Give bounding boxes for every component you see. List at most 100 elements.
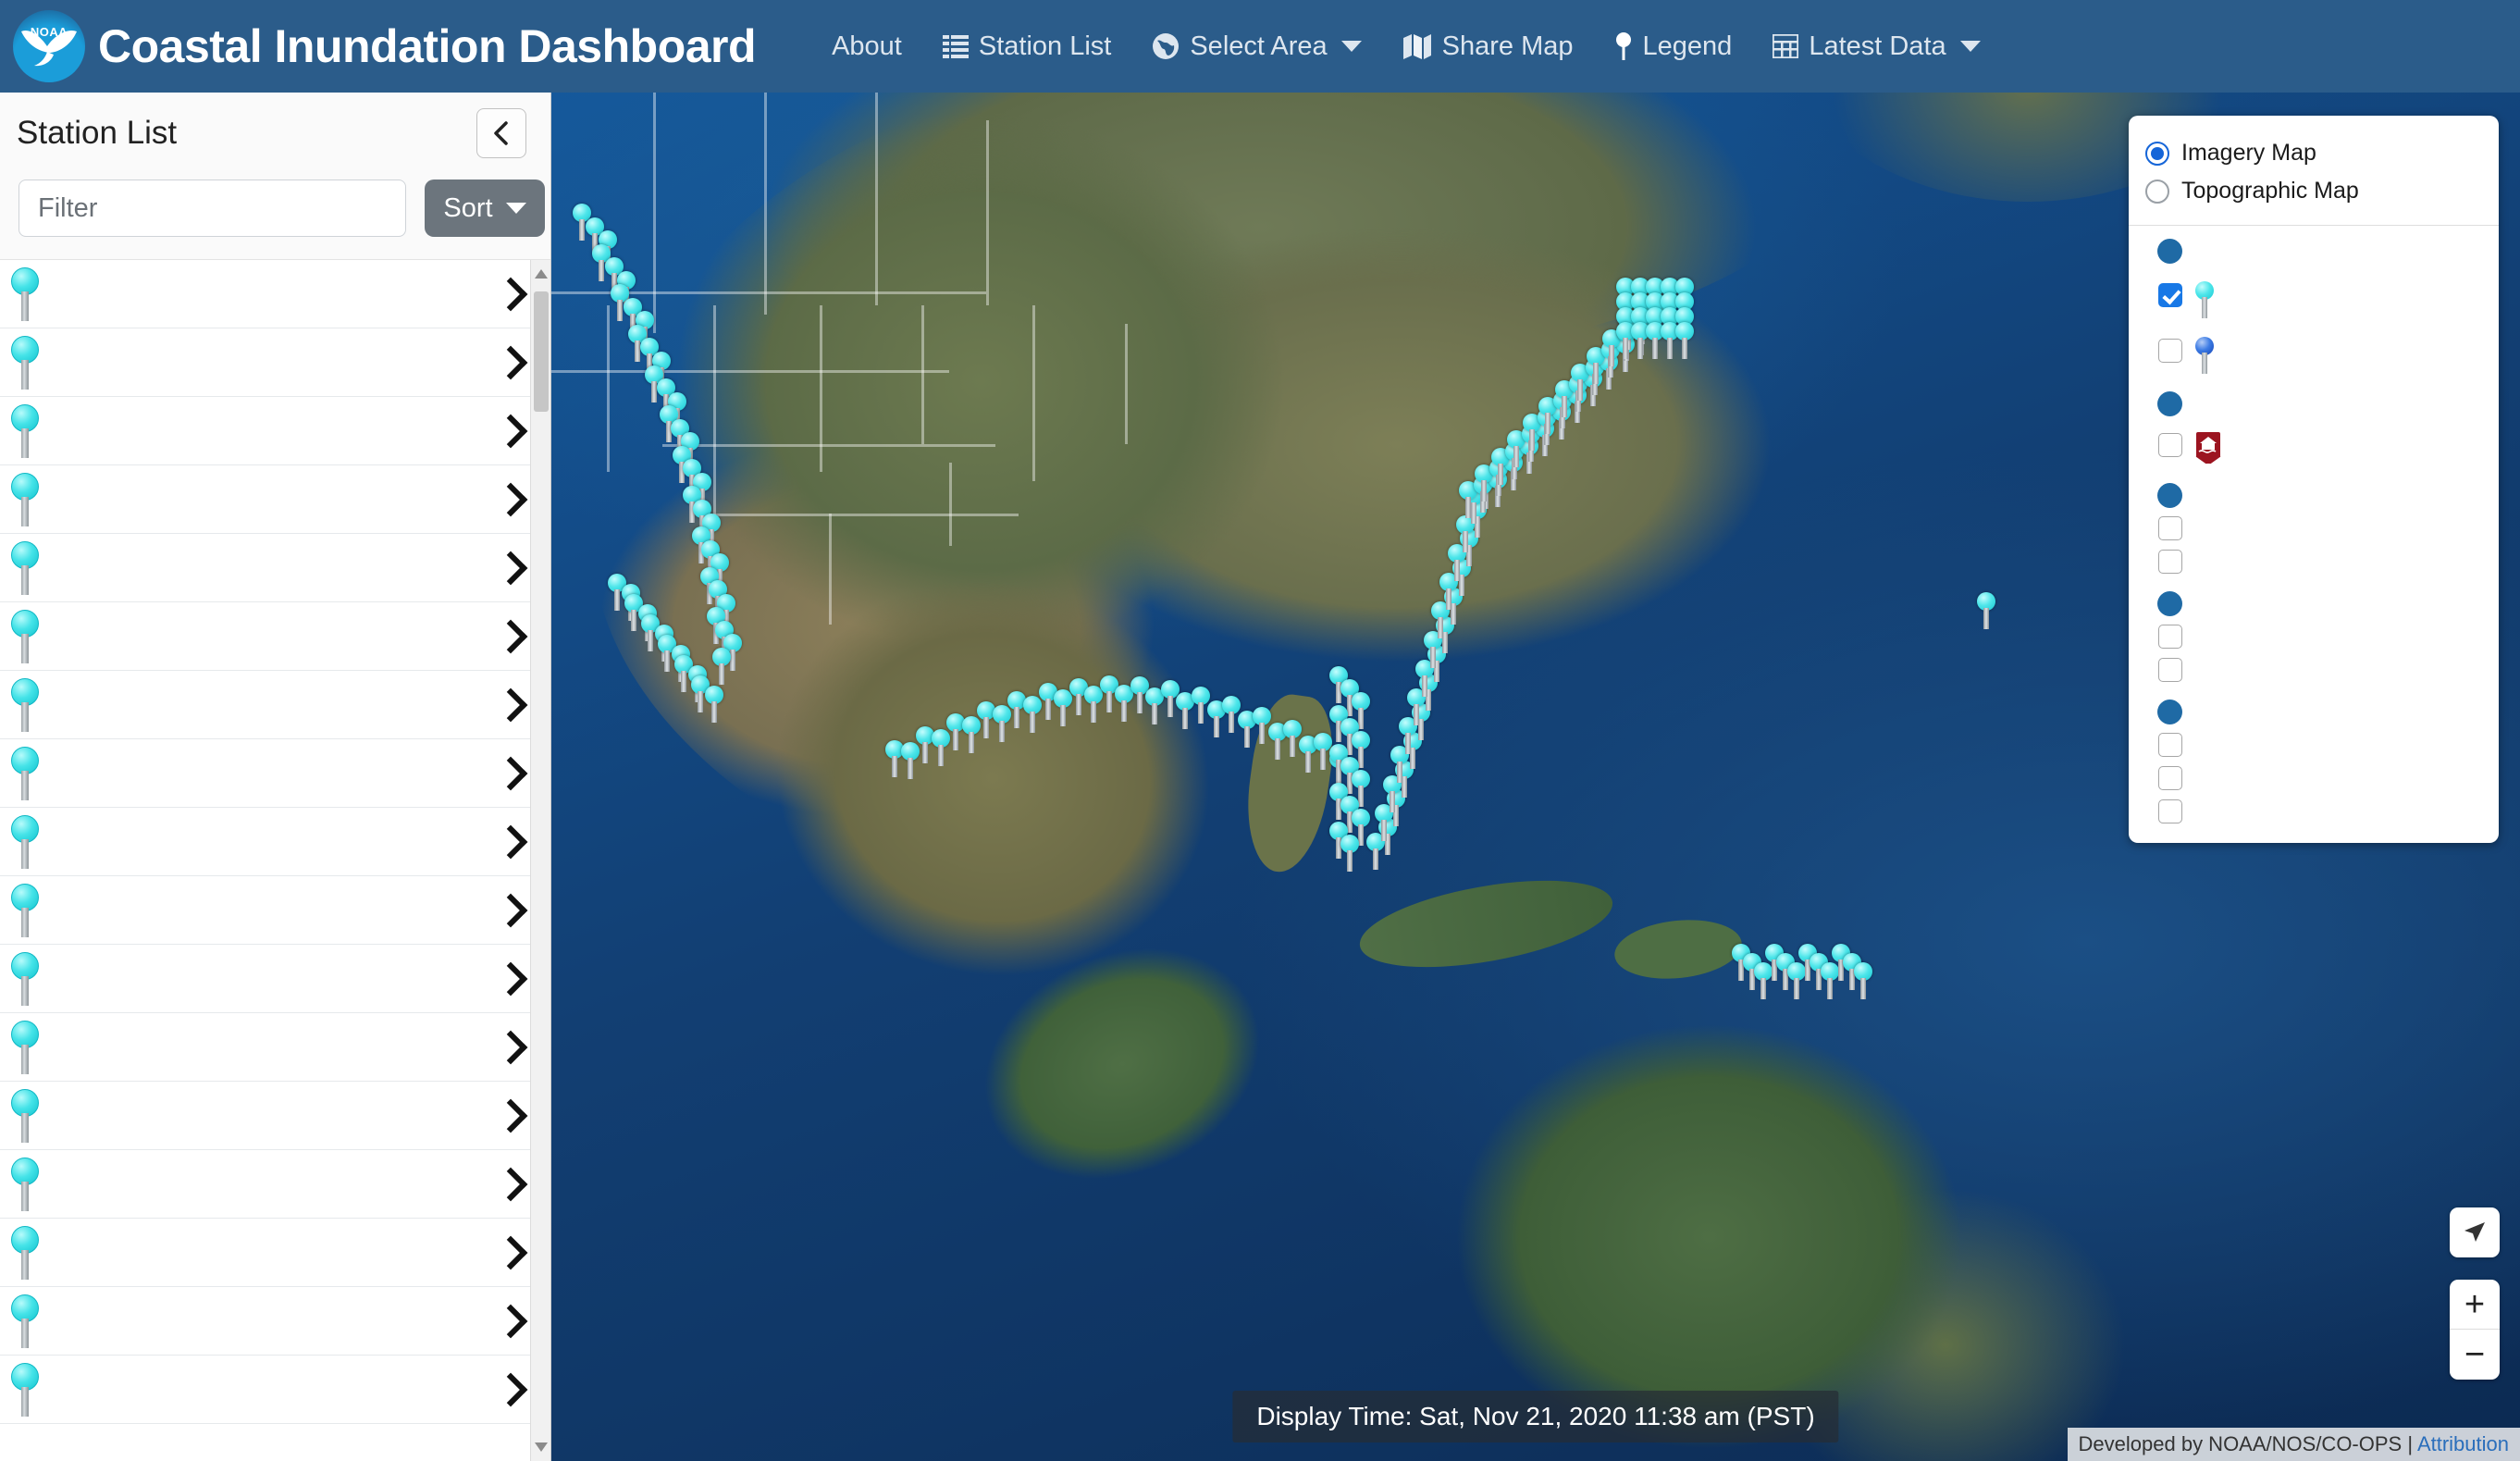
nav-item-station-list[interactable]: Station List <box>922 22 1131 71</box>
station-list-item[interactable] <box>0 671 550 739</box>
station-list-item-label <box>56 353 484 372</box>
station-list-item[interactable] <box>0 1150 550 1219</box>
layer-section-header <box>2145 700 2482 728</box>
station-list-item-label <box>56 627 484 646</box>
station-list-item[interactable] <box>0 397 550 465</box>
station-list-item[interactable] <box>0 1013 550 1082</box>
nav-item-about[interactable]: About <box>811 22 922 71</box>
globe-icon <box>1152 32 1180 60</box>
layer-option[interactable] <box>2145 761 2482 795</box>
layer-section-header <box>2145 591 2482 620</box>
layer-option[interactable] <box>2145 728 2482 761</box>
sidebar-scrollbar[interactable] <box>530 260 550 1461</box>
layer-option[interactable] <box>2145 620 2482 653</box>
chevron-right-icon[interactable] <box>493 1235 528 1269</box>
cyan-station-pin-icon <box>2194 281 2215 318</box>
help-icon[interactable] <box>2157 239 2182 264</box>
chevron-right-icon[interactable] <box>493 1304 528 1338</box>
station-list-item[interactable] <box>0 739 550 808</box>
chevron-right-icon[interactable] <box>493 482 528 516</box>
layer-checkbox[interactable] <box>2158 433 2182 457</box>
help-icon[interactable] <box>2157 591 2182 616</box>
chevron-right-icon[interactable] <box>493 1030 528 1064</box>
station-list-item[interactable] <box>0 465 550 534</box>
attribution-link[interactable]: Attribution <box>2417 1432 2509 1455</box>
layer-option[interactable] <box>2145 795 2482 828</box>
station-pin-icon <box>9 1294 41 1348</box>
sort-button[interactable]: Sort <box>425 180 545 237</box>
layer-option[interactable] <box>2145 653 2482 687</box>
layer-option[interactable] <box>2145 267 2482 323</box>
station-list-item[interactable] <box>0 808 550 876</box>
station-list-item-label <box>56 422 484 440</box>
layer-checkbox[interactable] <box>2158 799 2182 823</box>
station-list-item[interactable] <box>0 945 550 1013</box>
station-list-item[interactable] <box>0 328 550 397</box>
nav-label-select-area: Select Area <box>1190 31 1328 61</box>
station-list-item[interactable] <box>0 602 550 671</box>
nav-item-latest-data[interactable]: Latest Data <box>1752 22 2000 71</box>
locate-button[interactable] <box>2450 1207 2500 1257</box>
chevron-right-icon[interactable] <box>493 961 528 996</box>
chevron-right-icon[interactable] <box>493 619 528 653</box>
station-pin-icon <box>9 472 41 526</box>
help-icon[interactable] <box>2157 700 2182 724</box>
nav-label-share-map: Share Map <box>1441 31 1574 61</box>
station-pin-icon <box>9 1088 41 1143</box>
layer-checkbox[interactable] <box>2158 625 2182 649</box>
chevron-right-icon[interactable] <box>493 824 528 859</box>
chevron-right-icon[interactable] <box>493 345 528 379</box>
station-list-item[interactable] <box>0 1082 550 1150</box>
basemap-option-topographic[interactable]: Topographic Map <box>2145 172 2482 210</box>
collapse-sidebar-button[interactable] <box>476 108 526 158</box>
radio-imagery-map[interactable] <box>2145 141 2169 166</box>
scroll-down-arrow-icon[interactable] <box>535 1442 548 1452</box>
station-pin-icon <box>9 403 41 458</box>
layer-section <box>2129 687 2499 828</box>
scroll-up-arrow-icon[interactable] <box>535 269 548 279</box>
layer-checkbox[interactable] <box>2158 733 2182 757</box>
scrollbar-thumb[interactable] <box>534 291 549 412</box>
chevron-right-icon[interactable] <box>493 756 528 790</box>
layer-checkbox[interactable] <box>2158 283 2182 307</box>
layer-option[interactable] <box>2145 512 2482 545</box>
station-list-item-label <box>56 696 484 714</box>
layer-checkbox[interactable] <box>2158 516 2182 540</box>
station-list-item[interactable] <box>0 876 550 945</box>
nav-item-legend[interactable]: Legend <box>1594 22 1753 71</box>
chevron-right-icon[interactable] <box>493 687 528 722</box>
zoom-in-button[interactable]: + <box>2450 1280 2500 1330</box>
chevron-right-icon[interactable] <box>493 551 528 585</box>
radio-topographic-map[interactable] <box>2145 179 2169 204</box>
help-icon[interactable] <box>2157 391 2182 416</box>
basemap-option-imagery[interactable]: Imagery Map <box>2145 134 2482 172</box>
chevron-right-icon[interactable] <box>493 1098 528 1133</box>
zoom-out-button[interactable]: − <box>2450 1330 2500 1380</box>
chevron-right-icon[interactable] <box>493 277 528 311</box>
station-list-item[interactable] <box>0 260 550 328</box>
layer-option[interactable] <box>2145 545 2482 578</box>
station-list-item-label <box>56 559 484 577</box>
layer-option[interactable] <box>2145 420 2482 470</box>
nav-label-legend: Legend <box>1642 31 1733 61</box>
station-list-item[interactable] <box>0 534 550 602</box>
chevron-right-icon[interactable] <box>493 1372 528 1406</box>
layer-checkbox[interactable] <box>2158 658 2182 682</box>
nav-item-select-area[interactable]: Select Area <box>1131 22 1381 71</box>
chevron-right-icon[interactable] <box>493 1167 528 1201</box>
station-list-item-label <box>56 764 484 783</box>
chevron-right-icon[interactable] <box>493 893 528 927</box>
layer-option[interactable] <box>2145 323 2482 378</box>
station-list-item[interactable] <box>0 1356 550 1424</box>
filter-input[interactable] <box>19 180 406 237</box>
station-list-item[interactable] <box>0 1287 550 1356</box>
layer-checkbox[interactable] <box>2158 339 2182 363</box>
station-list-item[interactable] <box>0 1219 550 1287</box>
chevron-right-icon[interactable] <box>493 414 528 448</box>
help-icon[interactable] <box>2157 483 2182 508</box>
layer-checkbox[interactable] <box>2158 766 2182 790</box>
layer-checkbox[interactable] <box>2158 550 2182 574</box>
station-list-scroll[interactable] <box>0 260 550 1461</box>
nav-item-share-map[interactable]: Share Map <box>1382 22 1594 71</box>
map-canvas[interactable]: Imagery Map Topographic Map + − Display <box>551 93 2520 1461</box>
